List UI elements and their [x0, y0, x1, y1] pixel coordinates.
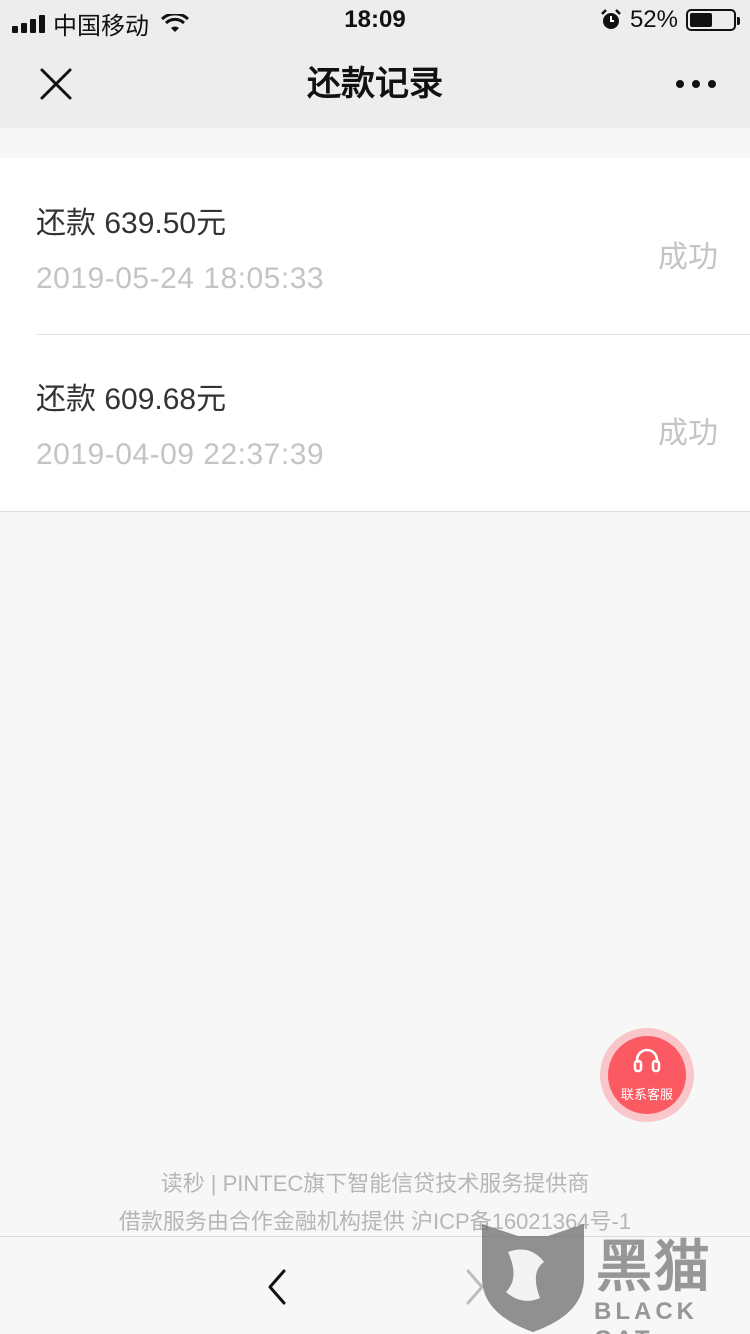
- watermark-cn-text: 黑猫: [596, 1235, 712, 1298]
- customer-service-button[interactable]: 联系客服: [600, 1028, 694, 1122]
- headset-icon: [633, 1048, 661, 1073]
- nav-bar: 还款记录: [0, 40, 750, 128]
- footer-provider-text: 读秒 | PINTEC旗下智能信贷技术服务提供商: [160, 1171, 590, 1196]
- more-dot: [676, 80, 684, 88]
- black-cat-watermark: 黑猫 BLACK CAT: [478, 1218, 750, 1334]
- record-amount: 还款 609.68元: [36, 383, 227, 416]
- record-amount: 还款 639.50元: [36, 207, 227, 240]
- battery-fill: [690, 13, 712, 27]
- watermark-en-text: BLACK CAT: [594, 1298, 698, 1334]
- page-title: 还款记录: [307, 65, 443, 103]
- battery-percent: 52%: [629, 6, 678, 33]
- close-icon[interactable]: [36, 64, 76, 104]
- record-time: 2019-05-24 18:05:33: [36, 262, 325, 295]
- page: 中国移动 18:09 52% 还款记录 还款 639.50元 2019-05-2…: [0, 0, 750, 1334]
- status-badge: 成功: [658, 241, 718, 274]
- alarm-icon: [601, 9, 621, 29]
- list-item[interactable]: 还款 639.50元 2019-05-24 18:05:33 成功: [0, 158, 750, 334]
- more-dot: [708, 80, 716, 88]
- back-arrow-icon[interactable]: [262, 1267, 292, 1307]
- cat-shield-logo: [482, 1224, 584, 1332]
- customer-service-label: 联系客服: [620, 1087, 673, 1102]
- list-item[interactable]: 还款 609.68元 2019-04-09 22:37:39 成功: [0, 334, 750, 510]
- status-badge: 成功: [658, 417, 718, 450]
- more-dot: [692, 80, 700, 88]
- status-bar: 中国移动 18:09 52%: [0, 0, 750, 40]
- repayment-list: 还款 639.50元 2019-05-24 18:05:33 成功 还款 609…: [0, 158, 750, 512]
- more-button[interactable]: [676, 74, 716, 94]
- battery-icon: [686, 9, 740, 31]
- record-time: 2019-04-09 22:37:39: [36, 438, 325, 471]
